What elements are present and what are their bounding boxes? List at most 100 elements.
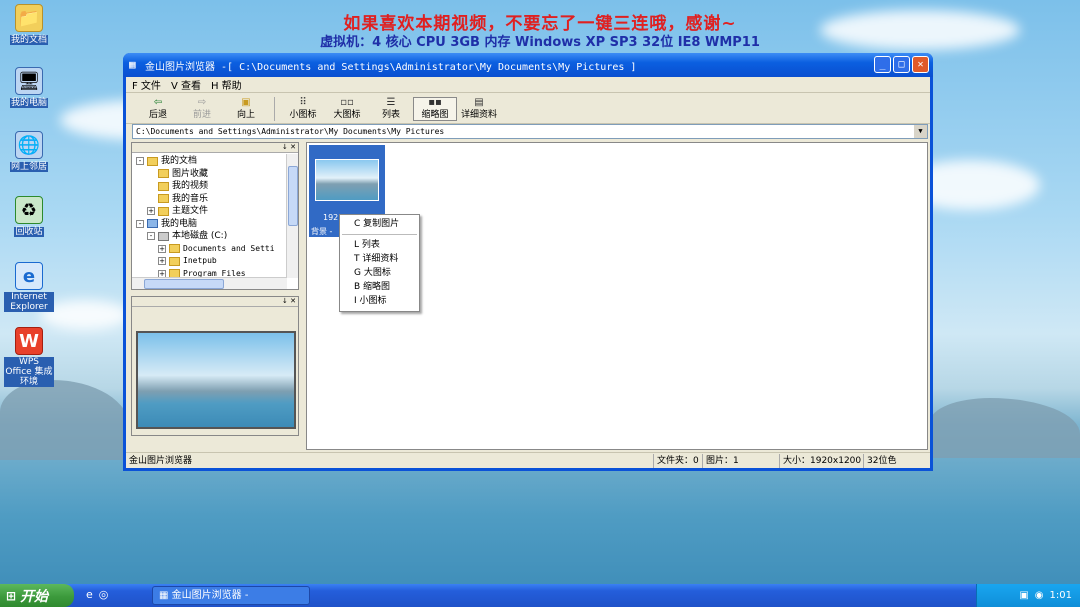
tree-item-my-videos[interactable]: 我的视频 [136, 180, 294, 193]
tree-item-my-music[interactable]: 我的音乐 [136, 193, 294, 206]
status-bar: 金山图片浏览器 文件夹：0 图片：1 大小：1920x1200 32位色 [126, 452, 930, 468]
ctx-thumbnails[interactable]: B 缩略图 [340, 280, 419, 294]
quick-launch: e ◎ [86, 588, 108, 601]
tree-item-local-disk[interactable]: - 本地磁盘 (C:) [136, 230, 294, 243]
tree-item-label: Inetpub [183, 256, 217, 266]
pane-close-icon[interactable]: ↓ ✕ [282, 297, 296, 306]
window-title: 金山图片浏览器 -[ C:\Documents and Settings\Adm… [145, 61, 637, 73]
desktop-quicklaunch-icon[interactable]: ◎ [99, 588, 109, 601]
network-icon: 🌐 [15, 131, 43, 159]
folder-icon [158, 169, 169, 179]
desktop-icon-ie[interactable]: e Internet Explorer [4, 262, 54, 312]
tree-item-label: 我的视频 [172, 181, 209, 192]
tree-item-themes[interactable]: + 主题文件 [136, 205, 294, 218]
menu-help[interactable]: H 帮助 [211, 77, 242, 92]
address-dropdown-icon[interactable]: ▼ [914, 125, 927, 138]
desktop-icon-wps[interactable]: W WPS Office 集成环境 [4, 327, 54, 387]
ctx-list[interactable]: L 列表 [340, 238, 419, 252]
desktop-icon-my-documents[interactable]: 📁 我的文档 [4, 4, 54, 45]
pane-close-icon[interactable]: ↓ ✕ [282, 143, 296, 152]
wps-icon: W [15, 327, 43, 355]
desktop-icon-my-computer[interactable]: 🖥 我的电脑 [4, 67, 54, 108]
expand-icon[interactable]: + [158, 244, 166, 253]
collapse-icon[interactable]: - [147, 232, 155, 241]
expand-icon[interactable]: + [147, 207, 155, 216]
app-grid-icon: ▦ [129, 58, 136, 71]
ctx-large-icons[interactable]: G 大图标 [340, 266, 419, 280]
status-color-depth: 32位色 [863, 453, 923, 468]
minimize-button[interactable]: _ [874, 56, 891, 73]
volume-tray-icon[interactable]: ◉ [1035, 590, 1044, 601]
tool-label: 列表 [381, 109, 400, 120]
thumbnails-button[interactable]: ▪▪ 缩略图 [413, 96, 457, 121]
status-image-size: 大小：1920x1200 [779, 453, 863, 468]
disk-icon [158, 231, 169, 241]
folder-tree-pane: ↓ ✕ - 我的文档 图片收藏 我的视频 我的音乐 + 主题文件 - 我的电脑 - 本地… [131, 142, 299, 290]
recycle-bin-icon: ♻ [15, 196, 43, 224]
mountain [930, 398, 1080, 458]
tree-item-label: 主题文件 [172, 206, 209, 217]
back-arrow-icon: ⇦ [153, 96, 163, 108]
thumbnail-caption: 192 [323, 213, 339, 222]
tool-label: 缩略图 [421, 109, 449, 120]
preview-pane: ↓ ✕ [131, 296, 299, 436]
tree-vertical-scrollbar[interactable] [286, 154, 298, 278]
tree-item-label: Program Files [183, 268, 246, 277]
tree-item-my-pictures[interactable]: 图片收藏 [136, 168, 294, 181]
status-folder-count: 文件夹：0 [653, 453, 702, 468]
collapse-icon[interactable]: - [136, 157, 144, 166]
expand-icon[interactable]: + [158, 257, 166, 266]
network-tray-icon[interactable]: ▣ [1019, 590, 1028, 601]
clock[interactable]: 1:01 [1050, 590, 1072, 601]
tree-item-my-computer[interactable]: - 我的电脑 [136, 218, 294, 231]
desktop-icon-label: Internet Explorer [4, 292, 54, 312]
desktop-icon-label: 回收站 [14, 227, 44, 237]
desktop-icon-label: 网上邻居 [9, 162, 48, 172]
tree-item-documents-and-settings[interactable]: + Documents and Setti [136, 243, 294, 256]
ctx-copy-image[interactable]: C 复制图片 [340, 217, 419, 231]
computer-icon: 🖥 [15, 67, 43, 95]
computer-icon [147, 219, 158, 229]
tree-horizontal-scrollbar[interactable] [132, 277, 287, 289]
up-folder-icon: ▣ [241, 96, 251, 108]
menu-view[interactable]: V 查看 [171, 77, 201, 92]
desktop-icon-label: 我的文档 [9, 35, 48, 45]
preview-pane-header: ↓ ✕ [132, 297, 298, 307]
list-view-button[interactable]: ☰ 列表 [369, 97, 413, 120]
desktop-icon-network[interactable]: 🌐 网上邻居 [4, 131, 54, 172]
small-icons-button[interactable]: ⠿ 小图标 [281, 97, 325, 120]
tree-item-label: 图片收藏 [172, 168, 209, 179]
large-icons-button[interactable]: ▫▫ 大图标 [325, 96, 369, 120]
menu-file[interactable]: F 文件 [132, 77, 161, 92]
maximize-button[interactable]: □ [893, 56, 910, 73]
large-icons-icon: ▫▫ [340, 96, 354, 108]
folder-icon [169, 256, 180, 266]
ie-quicklaunch-icon[interactable]: e [86, 588, 93, 601]
tree-item-inetpub[interactable]: + Inetpub [136, 255, 294, 268]
expand-icon[interactable]: + [158, 269, 166, 277]
window-titlebar[interactable]: ▦ 金山图片浏览器 -[ C:\Documents and Settings\A… [123, 53, 933, 77]
details-button[interactable]: ▤ 详细资料 [457, 97, 501, 120]
scroll-thumb[interactable] [144, 279, 224, 289]
taskbar-button-image-browser[interactable]: ▦ 金山图片浏览器 - [152, 586, 310, 605]
start-button[interactable]: ⊞ 开始 [0, 584, 74, 607]
ctx-small-icons[interactable]: I 小图标 [340, 294, 419, 308]
ctx-details[interactable]: T 详细资料 [340, 252, 419, 266]
system-tray: ▣ ◉ 1:01 [976, 584, 1080, 607]
folder-icon [147, 156, 158, 166]
tree-item-program-files[interactable]: + Program Files [136, 268, 294, 277]
address-bar[interactable]: C:\Documents and Settings\Administrator\… [132, 124, 928, 139]
forward-button[interactable]: ⇨ 前进 [180, 97, 224, 120]
tree-item-my-documents[interactable]: - 我的文档 [136, 155, 294, 168]
up-button[interactable]: ▣ 向上 [224, 96, 268, 120]
preview-image [136, 331, 296, 429]
scroll-thumb[interactable] [288, 166, 298, 226]
tool-label: 后退 [148, 109, 167, 120]
desktop-icon-label: WPS Office 集成环境 [4, 357, 54, 387]
desktop-icon-recycle-bin[interactable]: ♻ 回收站 [4, 196, 54, 237]
collapse-icon[interactable]: - [136, 219, 144, 228]
close-button[interactable]: ✕ [912, 56, 929, 73]
address-text: C:\Documents and Settings\Administrator\… [136, 127, 445, 136]
tree-item-label: 我的电脑 [161, 218, 198, 229]
back-button[interactable]: ⇦ 后退 [136, 96, 180, 120]
